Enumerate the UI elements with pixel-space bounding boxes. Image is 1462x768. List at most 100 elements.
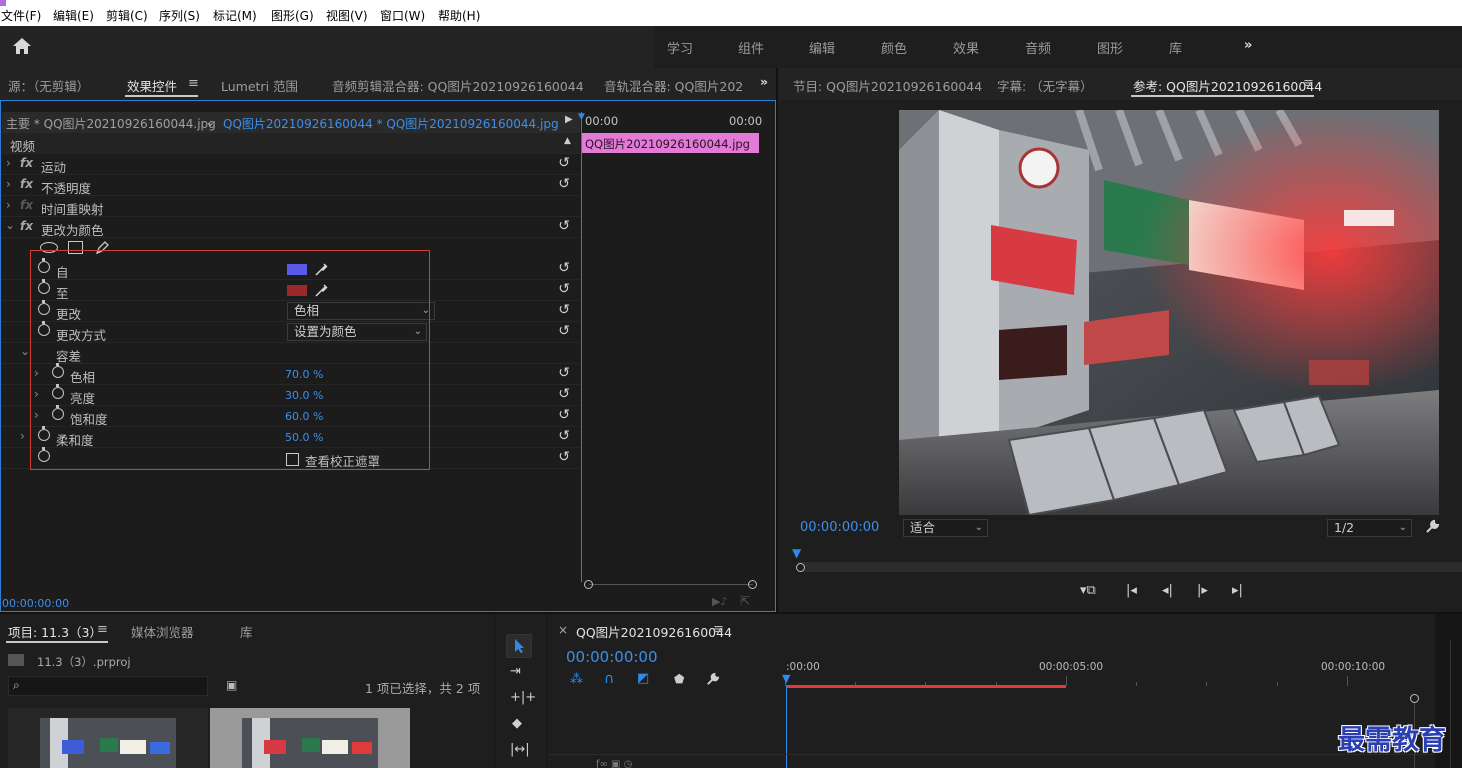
selection-tool[interactable] — [506, 634, 532, 658]
panel-menu-icon[interactable]: ≡ — [1303, 76, 1314, 91]
step-back-icon[interactable]: ◂| — [1162, 583, 1173, 598]
track-select-tool-icon[interactable]: ⇥ — [510, 664, 521, 679]
reset-icon[interactable]: ↺ — [558, 365, 570, 381]
new-bin-icon[interactable]: ▣ — [226, 678, 237, 692]
method-select[interactable]: 设置为颜色 ⌄ — [287, 323, 427, 341]
expand-icon[interactable]: › — [6, 156, 11, 170]
reset-icon[interactable]: ↺ — [558, 176, 570, 192]
step-forward-icon[interactable]: |▸ — [1197, 583, 1208, 598]
tab-libraries[interactable]: 库 — [240, 622, 253, 641]
work-area-bar[interactable] — [786, 685, 1066, 688]
eyedropper-icon[interactable] — [314, 282, 328, 298]
fx-icon[interactable]: fx — [20, 156, 33, 170]
stopwatch-icon[interactable] — [38, 279, 50, 294]
fx-icon[interactable]: fx — [20, 177, 33, 191]
ec-zoom-scrollbar[interactable] — [589, 584, 753, 585]
timeline-playhead-icon[interactable]: ▼ — [782, 672, 790, 685]
workspace-audio[interactable]: 音频 — [1025, 38, 1051, 57]
reset-icon[interactable]: ↺ — [558, 323, 570, 339]
expand-icon[interactable]: › — [6, 177, 11, 191]
to-color-swatch[interactable] — [287, 285, 307, 296]
tab-program[interactable]: 节目: QQ图片20210926160044 — [793, 76, 982, 95]
workspace-color[interactable]: 颜色 — [881, 38, 907, 57]
softness-value[interactable]: 50.0 % — [285, 431, 323, 444]
saturation-value[interactable]: 60.0 % — [285, 410, 323, 423]
fit-select[interactable]: 适合 ⌄ — [903, 519, 988, 537]
workspace-libraries[interactable]: 库 — [1169, 38, 1182, 57]
panel-divider[interactable] — [776, 68, 778, 614]
close-sequence-icon[interactable]: × — [558, 623, 568, 637]
tab-sequence[interactable]: QQ图片20210926160044 — [576, 622, 732, 641]
stopwatch-icon[interactable] — [38, 447, 50, 462]
reset-icon[interactable]: ↺ — [558, 302, 570, 318]
sequence-clip-label[interactable]: QQ图片20210926160044 * QQ图片20210926160044.… — [223, 115, 559, 132]
project-search-input[interactable]: ⌕ — [8, 676, 208, 696]
monitor-playhead-icon[interactable]: ▼ — [792, 546, 801, 560]
fx-icon[interactable]: fx — [20, 219, 33, 233]
effect-opacity[interactable]: › fx 不透明度 ↺ — [2, 175, 580, 196]
stopwatch-icon[interactable] — [38, 321, 50, 336]
stopwatch-icon[interactable] — [38, 300, 50, 315]
expand-icon[interactable]: › — [34, 408, 39, 422]
reset-icon[interactable]: ↺ — [558, 428, 570, 444]
timeline-timecode[interactable]: 00:00:00:00 — [566, 648, 658, 666]
rectangle-mask-icon[interactable] — [68, 241, 83, 254]
workspace-editing[interactable]: 编辑 — [809, 38, 835, 57]
hue-value[interactable]: 70.0 % — [285, 368, 323, 381]
ec-playhead-icon[interactable]: ▼ — [578, 112, 585, 122]
view-mask-checkbox[interactable] — [286, 453, 299, 466]
timeline-settings-wrench-icon[interactable] — [705, 672, 720, 687]
expand-icon[interactable]: › — [20, 429, 25, 443]
reset-icon[interactable]: ↺ — [558, 155, 570, 171]
menu-file[interactable]: 文件(F) — [1, 7, 41, 24]
panel-menu-icon[interactable]: ≡ — [97, 622, 108, 637]
wrench-icon[interactable] — [1424, 519, 1440, 535]
tab-captions[interactable]: 字幕: （无字幕） — [997, 76, 1093, 95]
pen-mask-icon[interactable] — [94, 240, 110, 256]
tab-media-browser[interactable]: 媒体浏览器 — [131, 622, 194, 641]
menu-edit[interactable]: 编辑(E) — [53, 7, 94, 24]
menu-graphics[interactable]: 图形(G) — [271, 7, 314, 24]
more-tabs-icon[interactable]: » — [760, 74, 768, 89]
menu-sequence[interactable]: 序列(S) — [159, 7, 200, 24]
monitor-zoom-handle[interactable] — [796, 563, 805, 572]
stopwatch-icon[interactable] — [38, 258, 50, 273]
param-tolerance[interactable]: ⌄ 容差 — [2, 343, 580, 364]
workspace-effects[interactable]: 效果 — [953, 38, 979, 57]
menu-window[interactable]: 窗口(W) — [380, 7, 425, 24]
panel-divider[interactable] — [0, 612, 1462, 614]
timeline-vertical-zoom-handle[interactable] — [1410, 694, 1419, 703]
panel-menu-icon[interactable]: ≡ — [188, 76, 199, 91]
linked-selection-icon[interactable]: ◩ — [637, 671, 649, 686]
workspace-graphics[interactable]: 图形 — [1097, 38, 1123, 57]
stopwatch-icon[interactable] — [52, 405, 64, 420]
effect-motion[interactable]: › fx 运动 ↺ — [2, 154, 580, 175]
reset-icon[interactable]: ↺ — [558, 386, 570, 402]
reset-icon[interactable]: ↺ — [558, 260, 570, 276]
ec-timecode[interactable]: 00:00:00:00 — [2, 597, 69, 610]
project-item-thumbnail[interactable] — [8, 708, 208, 768]
stopwatch-icon[interactable] — [38, 426, 50, 441]
project-item-thumbnail-selected[interactable] — [210, 708, 410, 768]
step-forward-to-out-icon[interactable]: ▸| — [1232, 583, 1243, 598]
collapse-chevron-icon[interactable]: ⌄ — [20, 344, 30, 358]
reset-icon[interactable]: ↺ — [558, 407, 570, 423]
expand-icon[interactable]: › — [6, 198, 11, 212]
add-marker-icon[interactable]: ⬟ — [674, 672, 684, 686]
tab-reference[interactable]: 参考: QQ图片20210926160044 — [1133, 76, 1322, 95]
reset-icon[interactable]: ↺ — [558, 449, 570, 465]
panel-menu-icon[interactable]: ≡ — [713, 622, 724, 637]
collapse-icon[interactable]: ▲ — [564, 136, 571, 146]
workspace-learn[interactable]: 学习 — [667, 38, 693, 57]
menu-view[interactable]: 视图(V) — [326, 7, 368, 24]
stopwatch-icon[interactable] — [52, 363, 64, 378]
menu-clip[interactable]: 剪辑(C) — [106, 7, 148, 24]
reset-icon[interactable]: ↺ — [558, 281, 570, 297]
eyedropper-icon[interactable] — [314, 261, 328, 277]
stopwatch-icon[interactable] — [52, 384, 64, 399]
monitor-scrubber[interactable] — [798, 562, 1462, 572]
step-back-to-in-icon[interactable]: |◂ — [1126, 583, 1137, 598]
marker-in-icon[interactable]: ▾⧉ — [1080, 583, 1096, 598]
ellipse-mask-icon[interactable] — [40, 242, 58, 253]
ec-zoom-handle-right[interactable] — [748, 580, 757, 589]
